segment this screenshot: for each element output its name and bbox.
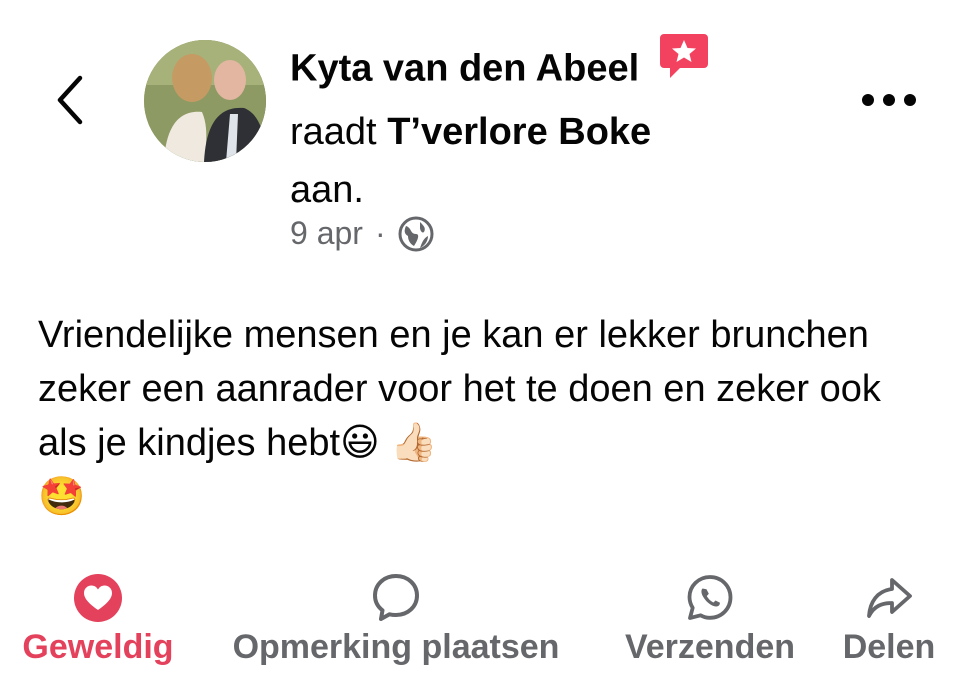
- love-reaction-label: Geweldig: [22, 628, 174, 666]
- post-text: Vriendelijke mensen en je kan er lekker …: [38, 314, 881, 464]
- send-label: Verzenden: [624, 628, 796, 666]
- post-meta: 9 apr ·: [290, 215, 434, 252]
- recommendation-star-badge-icon: [658, 32, 710, 97]
- recommend-suffix: aan.: [290, 169, 364, 211]
- post-header: Kyta van den Abeel raadt T’verlore Boke …: [290, 34, 790, 219]
- globe-icon: [398, 216, 434, 251]
- share-arrow-icon: [830, 572, 948, 624]
- meta-separator: ·: [374, 215, 386, 251]
- recommend-verb: raadt: [290, 111, 377, 153]
- grinning-emoji: 😃: [340, 422, 380, 464]
- send-whatsapp-button[interactable]: Verzenden: [606, 572, 814, 667]
- post-date[interactable]: 9 apr: [290, 215, 363, 252]
- avatar-photo: [144, 40, 266, 162]
- more-dots-icon: [862, 94, 916, 106]
- thumbs-up-emoji: 👍🏻: [390, 422, 438, 464]
- share-button[interactable]: Delen: [830, 572, 948, 667]
- share-label: Delen: [842, 628, 936, 666]
- action-bar: Geweldig Opmerking plaatsen Verzenden De…: [0, 572, 960, 672]
- author-name[interactable]: Kyta van den Abeel: [290, 48, 639, 90]
- comment-button[interactable]: Opmerking plaatsen: [204, 572, 588, 667]
- love-reaction-button[interactable]: Geweldig: [10, 572, 186, 667]
- avatar[interactable]: [144, 40, 266, 162]
- comment-bubble-icon: [204, 572, 588, 624]
- star-struck-emoji: 🤩: [38, 476, 86, 518]
- back-button[interactable]: [48, 68, 96, 132]
- page-name-link[interactable]: T’verlore Boke: [387, 111, 651, 153]
- comment-label: Opmerking plaatsen: [232, 628, 560, 666]
- more-options-button[interactable]: [858, 88, 920, 112]
- chevron-left-icon: [57, 75, 83, 125]
- heart-reaction-icon: [10, 572, 186, 624]
- whatsapp-icon: [606, 572, 814, 624]
- post-body: Vriendelijke mensen en je kan er lekker …: [38, 308, 938, 524]
